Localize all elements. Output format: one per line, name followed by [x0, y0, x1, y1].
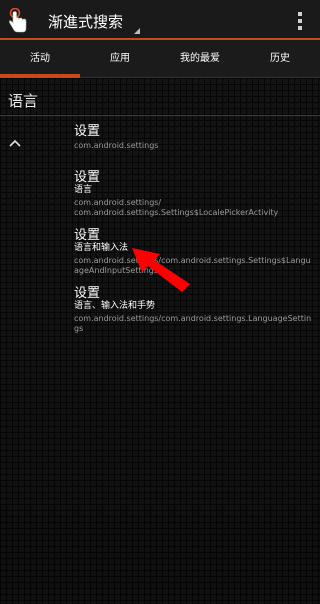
item-subtitle: 语言 [74, 185, 93, 195]
list-item[interactable]: 设置 语言和输入法 com.android.settings/com.andro… [74, 228, 314, 276]
list-item[interactable]: 设置 语言 com.android.settings/ com.android.… [74, 170, 314, 218]
screen: 渐進式搜索 活动 应用 我的最爱 历史 语言 设置 com.android.se… [0, 0, 320, 604]
action-bar: 渐進式搜索 [0, 0, 320, 40]
item-package: com.android.settings/com.android.setting… [74, 256, 311, 275]
section-divider [0, 115, 320, 116]
tab-history[interactable]: 历史 [240, 40, 320, 76]
item-subtitle: 语言和输入法 [74, 243, 129, 253]
item-title: 设置 [74, 286, 101, 301]
section-title: 语言 [8, 92, 39, 110]
tab-apps[interactable]: 应用 [80, 40, 160, 76]
app-title[interactable]: 渐進式搜索 [48, 11, 123, 32]
item-package: com.android.settings/com.android.setting… [74, 314, 312, 333]
spinner-caret-icon[interactable] [134, 28, 140, 34]
item-package: com.android.settings [74, 141, 159, 150]
item-package: com.android.settings/ com.android.settin… [74, 198, 279, 217]
item-title: 设置 [74, 170, 101, 185]
list-item[interactable]: 设置 语言、输入法和手势 com.android.settings/com.an… [74, 286, 314, 334]
list-item[interactable]: 设置 com.android.settings [74, 124, 314, 151]
tab-favorites[interactable]: 我的最爱 [160, 40, 240, 76]
item-title: 设置 [74, 228, 101, 243]
red-arrow-icon [132, 248, 190, 292]
more-vert-icon[interactable] [298, 12, 302, 30]
chevron-up-icon[interactable] [8, 138, 22, 148]
item-subtitle: 语言、输入法和手势 [74, 301, 156, 311]
tab-activities[interactable]: 活动 [0, 40, 80, 78]
tab-bar: 活动 应用 我的最爱 历史 [0, 40, 320, 78]
section-header: 语言 [0, 84, 320, 116]
finger-tap-icon[interactable] [6, 8, 30, 34]
item-title: 设置 [74, 124, 101, 139]
